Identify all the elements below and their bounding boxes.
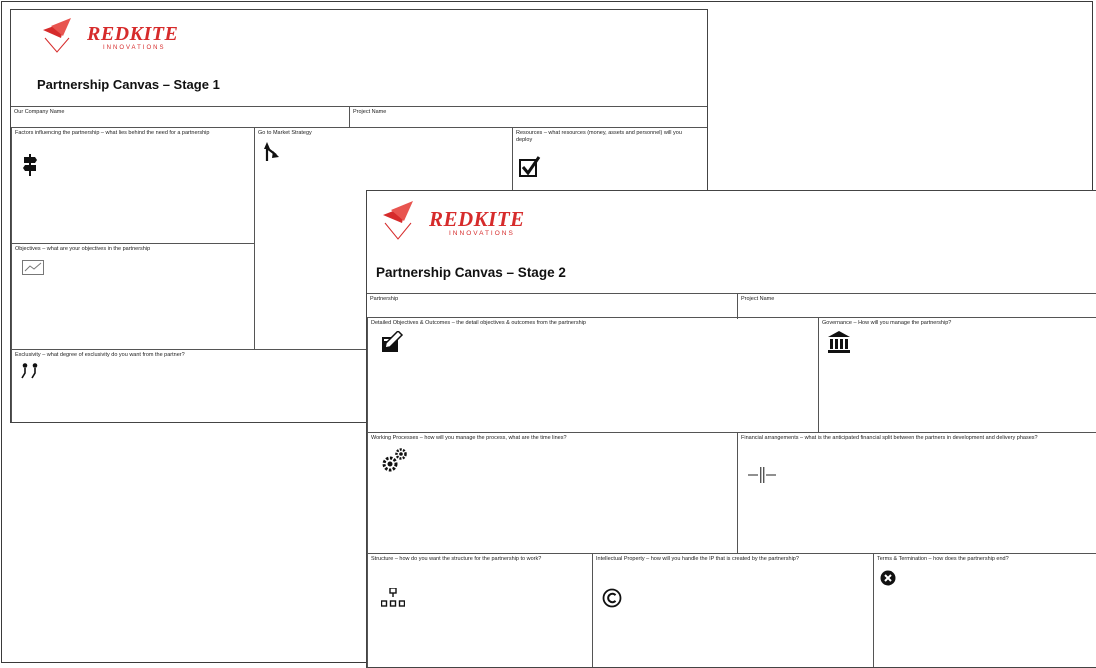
stage1-brand-name: REDKITE: [87, 23, 179, 45]
stage2-title: Partnership Canvas – Stage 2: [376, 265, 566, 280]
stage1-gtm-label: Go to Market Strategy: [258, 130, 312, 136]
pencil-note-icon: [382, 331, 404, 352]
signpost-icon: [23, 154, 37, 176]
stage2-financial-label: Financial arrangements – what is the ant…: [741, 435, 1038, 441]
kite-logo-icon: [383, 201, 413, 240]
stage1-title: Partnership Canvas – Stage 1: [37, 77, 220, 92]
stage2-detailed-objectives-box: Detailed Objectives & Outcomes – the det…: [367, 317, 819, 433]
stage2-brand-sub: INNOVATIONS: [449, 230, 515, 237]
stage1-company-name-field: Our Company Name: [11, 106, 351, 128]
stage1-logo: REDKITE INNOVATIONS: [41, 16, 178, 56]
stage2-governance-box: Governance – How will you manage the par…: [818, 317, 1096, 433]
stage1-objectives-label: Objectives – what are your objectives in…: [15, 246, 151, 252]
stage2-ip-label: Intellectual Property – how will you han…: [596, 556, 799, 562]
direction-arrow-icon: [264, 142, 279, 161]
kite-logo-icon: [43, 18, 71, 53]
people-icon: [21, 363, 38, 379]
stage2-terms-label: Terms & Termination – how does the partn…: [877, 556, 1009, 562]
close-circle-icon: [880, 570, 896, 586]
stage1-company-name-label: Our Company Name: [14, 109, 65, 115]
org-chart-icon: [381, 588, 405, 607]
stage2-structure-box: Structure – how do you want the structur…: [367, 553, 593, 667]
stage2-working-label: Working Processes – how will you manage …: [371, 435, 567, 441]
split-arrows-icon: [748, 467, 776, 483]
stage2-project-name-label: Project Name: [741, 296, 775, 302]
bank-icon: [828, 331, 850, 353]
stage1-resources-label: Resources – what resources (money, asset…: [516, 130, 682, 143]
stage1-project-name-field: Project Name: [349, 106, 707, 128]
stage2-detailed-label: Detailed Objectives & Outcomes – the det…: [371, 320, 586, 326]
stage1-factors-box: Factors influencing the partnership – wh…: [11, 127, 255, 244]
chart-icon: [22, 260, 44, 275]
stage2-governance-label: Governance – How will you manage the par…: [822, 320, 952, 326]
stage2-project-name-field: Project Name: [737, 293, 1096, 319]
stage1-factors-label: Factors influencing the partnership – wh…: [15, 130, 210, 136]
stage2-logo: REDKITE INNOVATIONS: [381, 199, 525, 243]
stage2-terms-box: Terms & Termination – how does the partn…: [873, 553, 1096, 667]
stage2-sheet: REDKITE INNOVATIONS Partnership Canvas –…: [366, 190, 1096, 668]
copyright-icon: [602, 588, 622, 608]
checkbox-icon: [519, 156, 541, 177]
stage1-brand-sub: INNOVATIONS: [103, 45, 166, 51]
stage2-partnership-field: Partnership: [367, 293, 739, 319]
gears-icon: [382, 448, 407, 472]
stage1-project-name-label: Project Name: [353, 109, 387, 115]
stage2-partnership-label: Partnership: [370, 296, 399, 302]
stage2-brand-name: REDKITE: [429, 207, 525, 231]
stage2-financial-box: Financial arrangements – what is the ant…: [737, 432, 1096, 554]
stage2-structure-label: Structure – how do you want the structur…: [371, 556, 542, 562]
stage1-objectives-box: Objectives – what are your objectives in…: [11, 243, 255, 350]
stage2-working-processes-box: Working Processes – how will you manage …: [367, 432, 738, 554]
stage2-ip-box: Intellectual Property – how will you han…: [592, 553, 874, 667]
